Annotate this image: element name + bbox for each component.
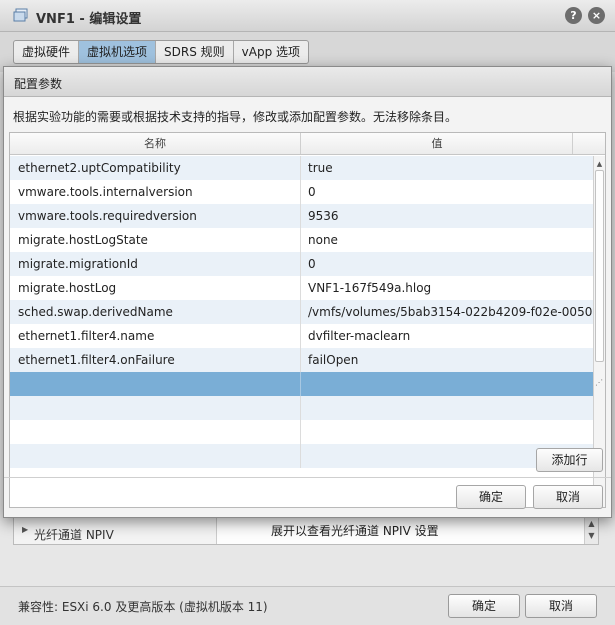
param-name-cell[interactable]: sched.swap.derivedName [10,300,301,324]
param-value-cell[interactable]: none [301,228,593,252]
window-cancel-button[interactable]: 取消 [525,594,597,618]
table-row[interactable] [10,420,593,444]
dialog-title: 配置参数 [14,77,63,91]
ok-button[interactable]: 确定 [456,485,526,509]
param-name-cell[interactable]: ethernet2.uptCompatibility [10,156,301,180]
scroll-up-icon[interactable]: ▲ [594,158,605,170]
settings-tabs: 虚拟硬件 虚拟机选项 SDRS 规则 vApp 选项 [13,40,310,64]
param-value-cell[interactable]: true [301,156,593,180]
param-value-cell[interactable]: VNF1-167f549a.hlog [301,276,593,300]
window-titlebar: VNF1 - 编辑设置 ? × [0,0,615,32]
npiv-label: 光纤通道 NPIV [34,528,114,542]
param-name-cell[interactable] [10,444,301,468]
table-row[interactable]: migrate.hostLogState none [10,228,593,252]
param-name-cell[interactable]: vmware.tools.internalversion [10,180,301,204]
table-row[interactable] [10,444,593,468]
table-row[interactable]: ethernet1.filter4.name dvfilter-maclearn [10,324,593,348]
table-row[interactable]: sched.swap.derivedName/vmfs/volumes/5bab… [10,300,593,324]
tab-virtual-hardware[interactable]: 虚拟硬件 [14,41,80,63]
param-value-cell[interactable] [301,372,593,396]
add-row-button[interactable]: 添加行 [536,448,603,472]
npiv-value: 展开以查看光纤通道 NPIV 设置 [216,518,584,544]
expand-arrow-icon[interactable]: ▶ [22,525,28,534]
params-grid: 名称 值 ethernet2.uptCompatibility true vmwar… [9,132,606,508]
param-value-cell[interactable]: dvfilter-maclearn [301,324,593,348]
param-name-cell[interactable]: migrate.hostLogState [10,228,301,252]
param-value-cell[interactable]: /vmfs/volumes/5bab3154-022b4209-f02e-005… [301,300,593,324]
window-ok-button[interactable]: 确定 [448,594,520,618]
table-row[interactable]: ethernet1.filter4.onFailure failOpen [10,348,593,372]
table-row[interactable]: vmware.tools.requiredversion 9536 [10,204,593,228]
npiv-scrollbar[interactable]: ▲ ▼ [584,518,598,544]
footer-divider [4,477,611,478]
close-icon[interactable]: × [588,7,605,24]
cancel-button[interactable]: 取消 [533,485,603,509]
npiv-section[interactable]: ▶ 光纤通道 NPIV 展开以查看光纤通道 NPIV 设置 ▲ ▼ [13,517,599,545]
param-name-cell[interactable]: migrate.migrationId [10,252,301,276]
table-row[interactable] [10,372,593,396]
column-header-name[interactable]: 名称 [10,133,301,154]
tab-vm-options[interactable]: 虚拟机选项 [79,41,157,63]
param-name-cell[interactable]: migrate.hostLog [10,276,301,300]
param-value-cell[interactable]: 0 [301,252,593,276]
tab-sdrs-rules[interactable]: SDRS 规则 [156,41,234,63]
param-value-cell[interactable]: 9536 [301,204,593,228]
table-row[interactable]: vmware.tools.internalversion 0 [10,180,593,204]
param-name-cell[interactable]: ethernet1.filter4.onFailure [10,348,301,372]
help-icon[interactable]: ? [565,7,582,24]
scroll-thumb[interactable] [595,170,604,362]
param-name-cell[interactable] [10,372,301,396]
grid-body: ethernet2.uptCompatibility true vmware.too… [10,156,593,507]
dialog-header: 配置参数 [4,67,611,97]
param-name-cell[interactable] [10,420,301,444]
param-value-cell[interactable]: failOpen [301,348,593,372]
param-value-cell[interactable] [301,396,593,420]
grip-icon: ⋰ [595,378,603,387]
window-title: VNF1 - 编辑设置 [36,12,142,27]
dialog-description: 根据实验功能的需要或根据技术支持的指导，修改或添加配置参数。无法移除条目。 [13,110,458,124]
param-value-cell[interactable] [301,420,593,444]
table-row[interactable]: ethernet2.uptCompatibility true [10,156,593,180]
param-value-cell[interactable]: 0 [301,180,593,204]
tab-vapp-options[interactable]: vApp 选项 [234,41,308,63]
vm-icon [13,8,28,22]
param-name-cell[interactable] [10,396,301,420]
param-name-cell[interactable]: vmware.tools.requiredversion [10,204,301,228]
table-row[interactable]: migrate.hostLog VNF1-167f549a.hlog [10,276,593,300]
param-name-cell[interactable]: ethernet1.filter4.name [10,324,301,348]
grid-header: 名称 值 [10,133,605,155]
config-params-dialog: 配置参数 根据实验功能的需要或根据技术支持的指导，修改或添加配置参数。无法移除条… [3,66,612,518]
table-row[interactable] [10,396,593,420]
column-header-value[interactable]: 值 [302,133,573,154]
window-footer: 兼容性: ESXi 6.0 及更高版本 (虚拟机版本 11) 确定 取消 [0,586,615,625]
compatibility-label: 兼容性: ESXi 6.0 及更高版本 (虚拟机版本 11) [18,600,268,614]
table-row[interactable]: migrate.migrationId 0 [10,252,593,276]
